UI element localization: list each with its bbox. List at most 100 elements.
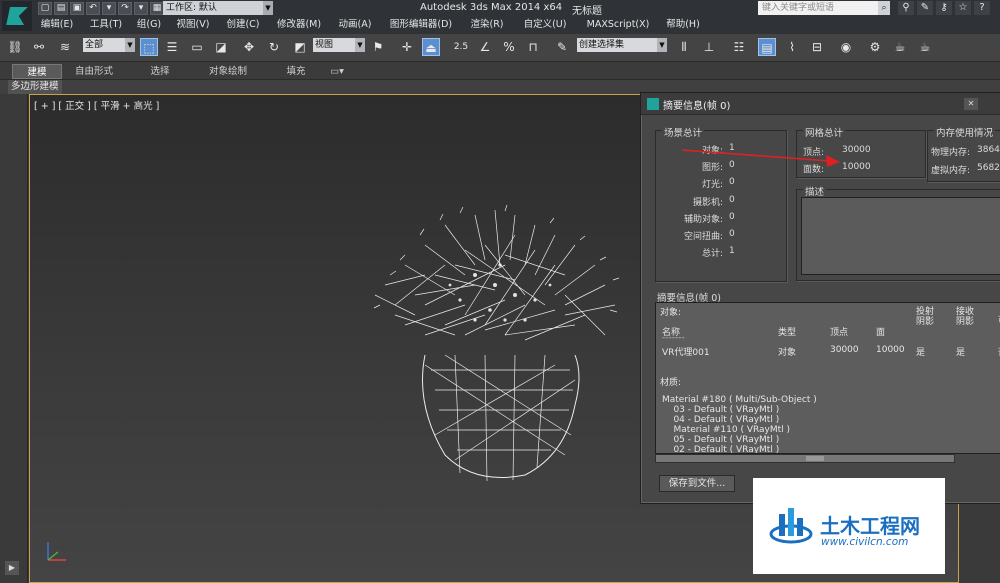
ribbon-tab-freeform[interactable]: 自由形式 <box>66 64 122 79</box>
tools-icon[interactable]: ✎ <box>917 1 933 15</box>
layer-manager-icon[interactable]: ☷ <box>730 38 748 56</box>
star-icon[interactable]: ☆ <box>955 1 971 15</box>
rendered-frame-window-icon[interactable]: ☕ <box>891 38 909 56</box>
search-input[interactable]: 键入关键字或短语 ⌕ <box>758 1 890 15</box>
curve-editor-icon[interactable]: ⌇ <box>783 38 801 56</box>
schematic-view-icon[interactable]: ⊟ <box>808 38 826 56</box>
main-toolbar: ⛓ ⚯ ≋ 全部 ▼ ⬚ ☰ ▭ ◪ ✥ ↻ ◩ 视图 ▼ ⚑ ✛ ⏏ 2.5 … <box>0 34 1000 62</box>
header-divider: ------- <box>662 333 685 343</box>
workspace-select[interactable]: 工作区: 默认 ▼ <box>163 1 273 15</box>
scene-lights-value: 0 <box>729 177 735 187</box>
window-crossing-icon[interactable]: ◪ <box>212 38 230 56</box>
undo-icon[interactable]: ↶ <box>86 2 100 15</box>
move-icon[interactable]: ✥ <box>240 38 258 56</box>
mirror-icon[interactable]: ⫴ <box>675 38 693 56</box>
key-icon[interactable]: ⚷ <box>936 1 952 15</box>
redo-dropdown-icon[interactable]: ▾ <box>134 2 148 15</box>
menu-help[interactable]: 帮助(H) <box>658 17 708 33</box>
keyboard-shortcut-toggle-icon[interactable]: ⏏ <box>422 38 440 56</box>
select-object-icon[interactable]: ⬚ <box>140 38 158 56</box>
open-file-icon[interactable]: ▤ <box>54 2 68 15</box>
play-icon[interactable]: ▶ <box>5 561 19 575</box>
menu-graph-editors[interactable]: 图形编辑器(D) <box>380 17 462 33</box>
scale-icon[interactable]: ◩ <box>291 38 309 56</box>
row-verts: 30000 <box>830 345 859 355</box>
menu-group[interactable]: 组(G) <box>130 17 168 33</box>
render-setup-icon[interactable]: ⚙ <box>866 38 884 56</box>
menu-modifiers[interactable]: 修改器(M) <box>268 17 330 33</box>
watermark-title: 土木工程网 <box>820 514 920 538</box>
scrollbar-thumb[interactable] <box>806 456 824 461</box>
menu-bar: 编辑(E) 工具(T) 组(G) 视图(V) 创建(C) 修改器(M) 动画(A… <box>32 17 708 33</box>
redo-icon[interactable]: ↷ <box>118 2 132 15</box>
rectangle-selection-icon[interactable]: ▭ <box>188 38 206 56</box>
polygon-modeling-label[interactable]: 多边形建模 <box>8 80 62 94</box>
menu-views[interactable]: 视图(V) <box>168 17 218 33</box>
max-logo-icon <box>647 98 659 110</box>
menu-animation[interactable]: 动画(A) <box>330 17 380 33</box>
description-textarea[interactable] <box>801 197 1000 275</box>
menu-maxscript[interactable]: MAXScript(X) <box>578 17 658 33</box>
viewport-label[interactable]: [ + ] [ 正交 ] [ 平滑 + 高光 ] <box>34 98 159 112</box>
select-manipulate-icon[interactable]: ✛ <box>398 38 416 56</box>
info-listing[interactable]: 对象: 名称 类型 顶点 面 投射 阴影 接收 阴影 可 ------- VR代… <box>655 302 1000 454</box>
link-icon[interactable]: ⛓ <box>6 38 24 56</box>
chevron-down-icon: ▼ <box>355 38 365 52</box>
row-cast-shadows: 是 <box>916 348 926 358</box>
binoculars-icon[interactable]: ⚲ <box>898 1 914 15</box>
row-type: 对象 <box>778 348 797 358</box>
named-selection-set-select[interactable]: 创建选择集 ▼ <box>577 38 667 52</box>
menu-create[interactable]: 创建(C) <box>218 17 268 33</box>
help-icon[interactable]: ? <box>974 1 990 15</box>
ribbon-options-icon[interactable]: ▭▾ <box>326 64 348 79</box>
close-icon[interactable]: ✕ <box>964 98 978 110</box>
app-menu-button[interactable] <box>2 1 32 31</box>
reference-coord-select[interactable]: 视图 ▼ <box>313 38 365 52</box>
reference-coord-value: 视图 <box>315 40 334 50</box>
save-to-file-button[interactable]: 保存到文件... <box>659 475 735 492</box>
toggle-ribbon-icon[interactable]: ▤ <box>758 38 776 56</box>
undo-dropdown-icon[interactable]: ▾ <box>102 2 116 15</box>
material-editor-icon[interactable]: ◉ <box>837 38 855 56</box>
quick-access-toolbar: ▢ ▤ ▣ ↶ ▾ ↷ ▾ ▦ <box>38 2 164 16</box>
menu-customize[interactable]: 自定义(U) <box>512 17 578 33</box>
new-file-icon[interactable]: ▢ <box>38 2 52 15</box>
scene-helpers-label: 辅助对象: <box>683 215 723 225</box>
ribbon-tab-object-paint[interactable]: 对象绘制 <box>200 64 256 79</box>
search-icon[interactable]: ⌕ <box>878 1 890 15</box>
memory-title: 内存使用情况 <box>934 125 996 139</box>
edit-named-selection-icon[interactable]: ✎ <box>553 38 571 56</box>
spinner-snap-icon[interactable]: ⊓ <box>524 38 542 56</box>
render-production-icon[interactable]: ☕ <box>916 38 934 56</box>
physical-memory-value: 3864.3 <box>977 145 1000 155</box>
angle-snap-icon[interactable]: ∠ <box>476 38 494 56</box>
col-verts: 顶点 <box>830 328 849 338</box>
select-by-name-icon[interactable]: ☰ <box>163 38 181 56</box>
material-line: Material #180 ( Multi/Sub-Object ) <box>662 395 817 405</box>
horizontal-scrollbar[interactable] <box>655 454 955 463</box>
percent-snap-icon[interactable]: % <box>500 38 518 56</box>
align-icon[interactable]: ⊥ <box>700 38 718 56</box>
menu-rendering[interactable]: 渲染(R) <box>462 17 512 33</box>
unlink-icon[interactable]: ⚯ <box>30 38 48 56</box>
save-file-icon[interactable]: ▣ <box>70 2 84 15</box>
project-folder-icon[interactable]: ▦ <box>150 2 164 15</box>
selection-filter-select[interactable]: 全部 ▼ <box>83 38 135 52</box>
dialog-title-bar[interactable]: 摘要信息(帧 0) ✕ <box>641 93 1000 115</box>
chevron-down-icon: ▼ <box>657 38 667 52</box>
ribbon-tab-modeling[interactable]: 建模 <box>12 64 62 79</box>
physical-memory-label: 物理内存: <box>931 148 971 158</box>
virtual-memory-label: 虚拟内存: <box>931 166 971 176</box>
ribbon-tab-populate[interactable]: 填充 <box>278 64 314 79</box>
rotate-icon[interactable]: ↻ <box>265 38 283 56</box>
pivot-center-icon[interactable]: ⚑ <box>369 38 387 56</box>
mesh-totals-title: 网格总计 <box>803 125 846 139</box>
selection-filter-value: 全部 <box>85 40 104 50</box>
search-placeholder: 键入关键字或短语 <box>762 3 835 13</box>
ribbon-tab-selection[interactable]: 选择 <box>140 64 180 79</box>
menu-tools[interactable]: 工具(T) <box>82 17 130 33</box>
menu-edit[interactable]: 编辑(E) <box>32 17 82 33</box>
snaps-toggle-icon[interactable]: 2.5 <box>452 38 470 56</box>
plant-proxy-mesh <box>373 205 620 482</box>
bind-spacewarp-icon[interactable]: ≋ <box>56 38 74 56</box>
